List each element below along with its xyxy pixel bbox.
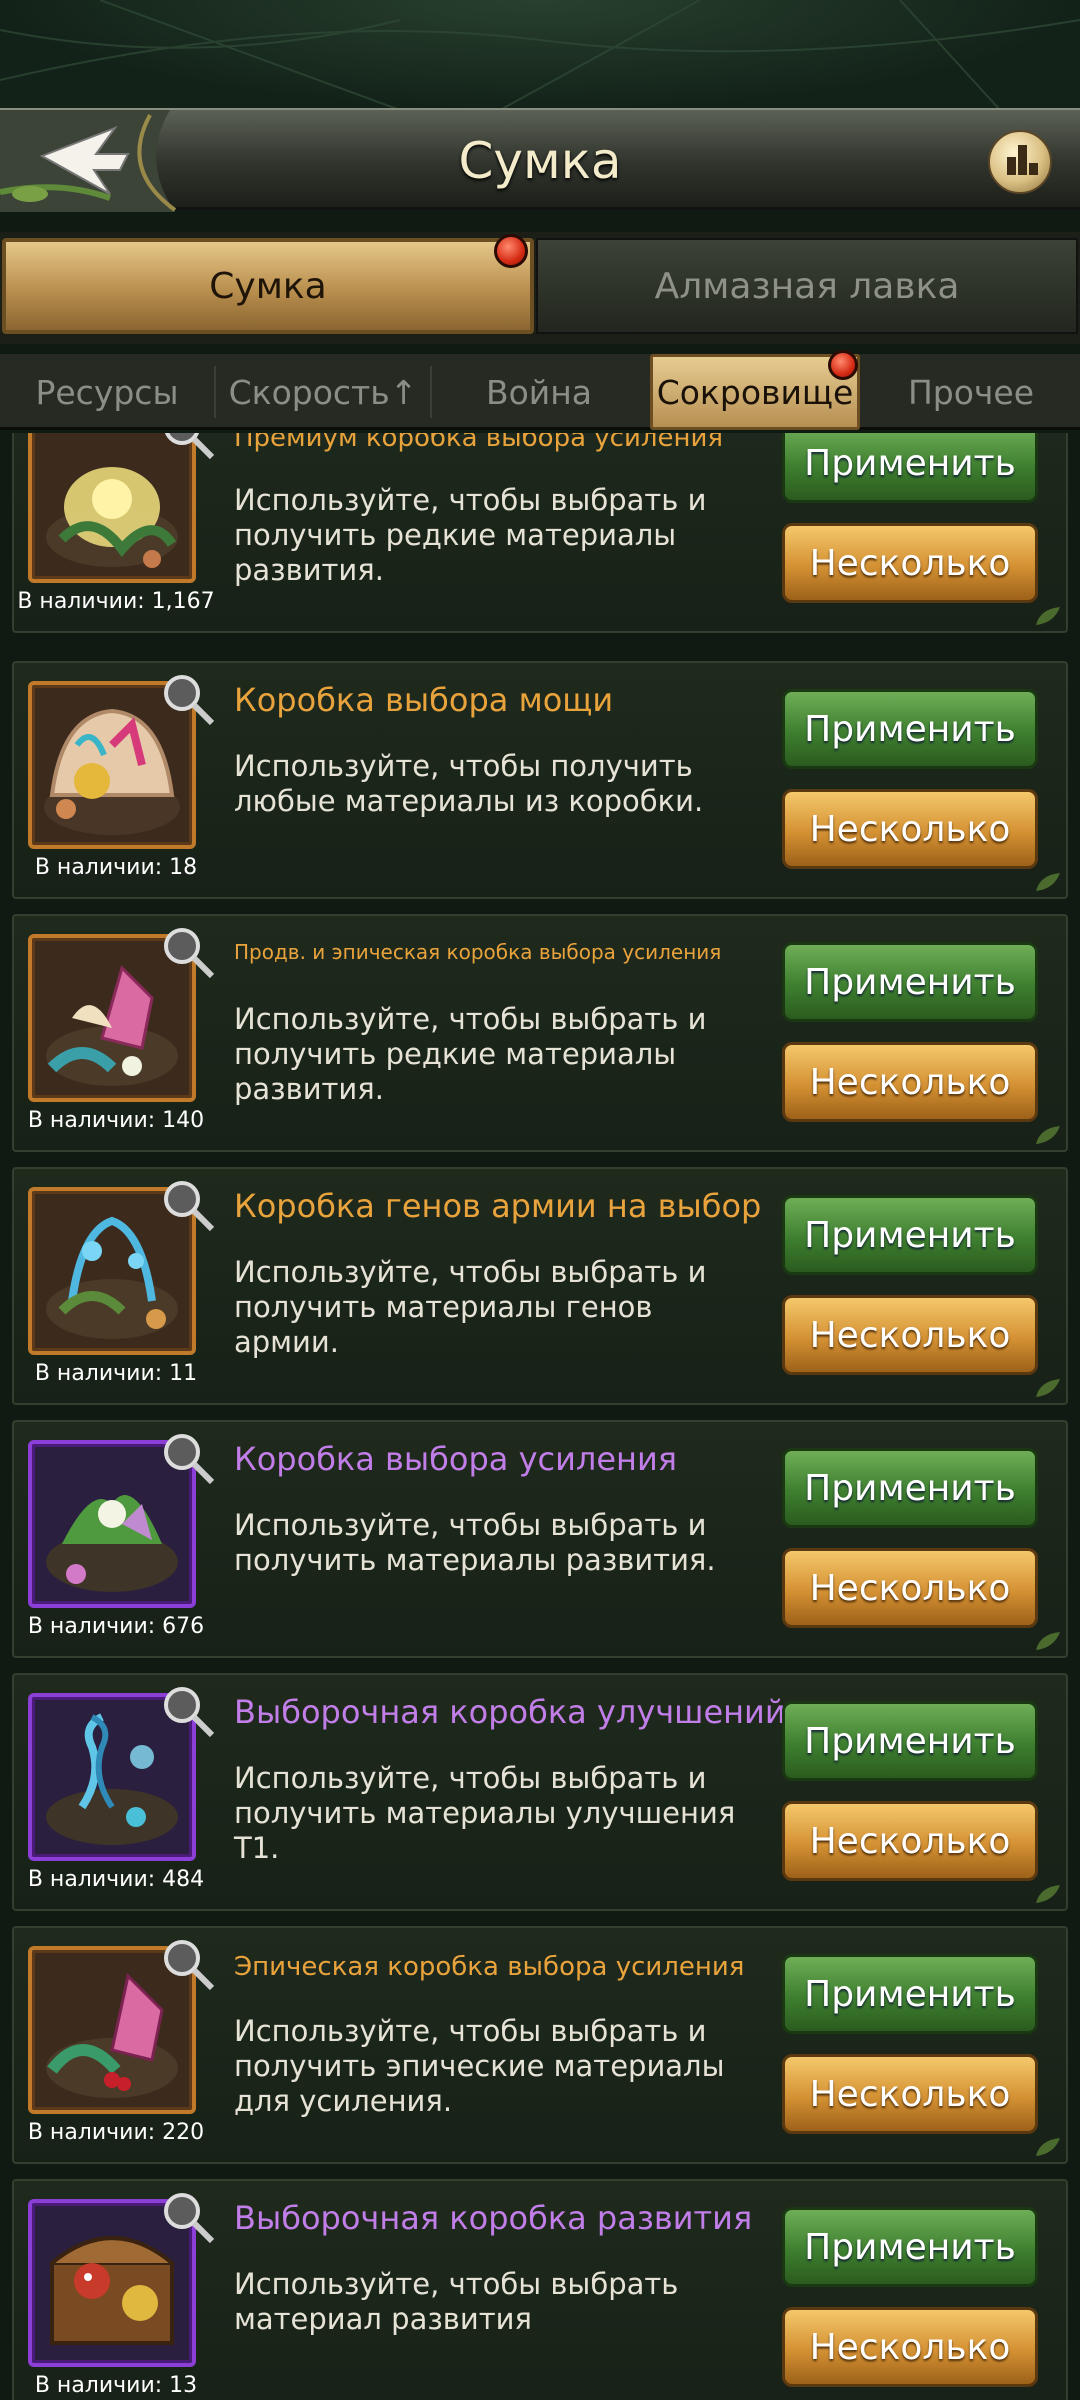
leaf-icon — [1036, 607, 1060, 625]
tab-bag[interactable]: Сумка — [2, 238, 534, 334]
apply-button[interactable]: Применить — [782, 2207, 1038, 2287]
item-name: Выборочная коробка улучшений — [234, 1693, 786, 1731]
leaf-icon — [1036, 2138, 1060, 2156]
ranking-icon-bar — [1029, 163, 1038, 175]
magnifier-icon[interactable] — [160, 433, 216, 461]
list-item: В наличии: 1,167 Премиум коробка выбора … — [12, 433, 1068, 633]
leaf-icon — [1036, 1126, 1060, 1144]
item-count: В наличии: 13 — [34, 2373, 198, 2398]
magnifier-icon[interactable] — [160, 2189, 216, 2245]
main-tabs: Сумка Алмазная лавка — [0, 232, 1080, 344]
leaf-icon — [1036, 1885, 1060, 1903]
list-item: В наличии: 676 Коробка выбора усиления И… — [12, 1420, 1068, 1658]
item-description: Используйте, чтобы получить любые матери… — [234, 749, 704, 818]
list-item: В наличии: 140 Продв. и эпическая коробк… — [12, 914, 1068, 1152]
list-item: В наличии: 13 Выборочная коробка развити… — [12, 2179, 1068, 2400]
item-description: Используйте, чтобы выбрать и получить ре… — [234, 1002, 707, 1106]
multiple-button[interactable]: Несколько — [782, 1548, 1038, 1628]
item-description: Используйте, чтобы выбрать и получить ма… — [234, 1255, 707, 1359]
tab-war[interactable]: Война — [432, 354, 646, 430]
leaf-icon — [1036, 873, 1060, 891]
item-description: Используйте, чтобы выбрать и получить ма… — [234, 1761, 736, 1865]
page-title: Сумка — [458, 132, 622, 190]
item-count: В наличии: 676 — [27, 1614, 205, 1639]
ranking-icon-bar — [1018, 145, 1027, 175]
multiple-button[interactable]: Несколько — [782, 789, 1038, 869]
item-name: Эпическая коробка выбора усиления — [234, 1952, 745, 1982]
tab-speedup[interactable]: Скорость↑ — [216, 354, 430, 430]
item-name: Премиум коробка выбора усиления — [234, 433, 724, 453]
apply-button[interactable]: Применить — [782, 689, 1038, 769]
leaf-icon — [1036, 1632, 1060, 1650]
apply-button[interactable]: Применить — [782, 942, 1038, 1022]
tab-resources[interactable]: Ресурсы — [0, 354, 214, 430]
apply-button[interactable]: Применить — [782, 1954, 1038, 2034]
item-name: Коробка выбора мощи — [234, 681, 614, 719]
magnifier-icon[interactable] — [160, 924, 216, 980]
magnifier-icon[interactable] — [160, 1430, 216, 1486]
multiple-button[interactable]: Несколько — [782, 2307, 1038, 2387]
leaf-icon — [1036, 1379, 1060, 1397]
list-item: В наличии: 11 Коробка генов армии на выб… — [12, 1167, 1068, 1405]
list-item: В наличии: 220 Эпическая коробка выбора … — [12, 1926, 1068, 2164]
item-name: Коробка генов армии на выбор — [234, 1187, 762, 1225]
magnifier-icon[interactable] — [160, 1177, 216, 1233]
multiple-button[interactable]: Несколько — [782, 1801, 1038, 1881]
item-description: Используйте, чтобы выбрать и получить ма… — [234, 1508, 716, 1577]
item-count: В наличии: 11 — [34, 1361, 198, 1386]
tab-diamond-shop[interactable]: Алмазная лавка — [536, 238, 1078, 334]
notification-badge — [828, 350, 858, 380]
item-name: Коробка выбора усиления — [234, 1440, 677, 1478]
item-name: Выборочная коробка развития — [234, 2199, 753, 2237]
ranking-icon — [1007, 157, 1016, 175]
notification-badge — [494, 234, 528, 268]
apply-button[interactable]: Применить — [782, 1701, 1038, 1781]
item-description: Используйте, чтобы выбрать и получить эп… — [234, 2014, 725, 2118]
multiple-button[interactable]: Несколько — [782, 523, 1038, 603]
item-count: В наличии: 18 — [34, 855, 198, 880]
list-item: В наличии: 18 Коробка выбора мощи Исполь… — [12, 661, 1068, 899]
multiple-button[interactable]: Несколько — [782, 1042, 1038, 1122]
item-count: В наличии: 140 — [27, 1108, 205, 1133]
item-description: Используйте, чтобы выбрать и получить ре… — [234, 483, 707, 587]
apply-button[interactable]: Применить — [782, 1448, 1038, 1528]
item-name: Продв. и эпическая коробка выбора усилен… — [234, 940, 722, 964]
item-count: В наличии: 220 — [27, 2120, 205, 2145]
web-decoration — [0, 0, 1080, 110]
magnifier-icon[interactable] — [160, 1936, 216, 1992]
item-description: Используйте, чтобы выбрать материал разв… — [234, 2267, 679, 2336]
list-item: В наличии: 484 Выборочная коробка улучше… — [12, 1673, 1068, 1911]
tab-other[interactable]: Прочее — [862, 354, 1080, 430]
apply-button[interactable]: Применить — [782, 433, 1038, 503]
multiple-button[interactable]: Несколько — [782, 2054, 1038, 2134]
item-count: В наличии: 1,167 — [17, 589, 215, 614]
category-tabs: Ресурсы Скорость↑ Война Сокровище Прочее — [0, 350, 1080, 430]
header-bar: Сумка — [0, 108, 1080, 212]
item-list[interactable]: В наличии: 1,167 Премиум коробка выбора … — [0, 433, 1080, 2400]
apply-button[interactable]: Применить — [782, 1195, 1038, 1275]
magnifier-icon[interactable] — [160, 1683, 216, 1739]
top-background — [0, 0, 1080, 110]
item-count: В наличии: 484 — [27, 1867, 205, 1892]
ranking-button[interactable] — [988, 130, 1052, 194]
magnifier-icon[interactable] — [160, 671, 216, 727]
multiple-button[interactable]: Несколько — [782, 1295, 1038, 1375]
